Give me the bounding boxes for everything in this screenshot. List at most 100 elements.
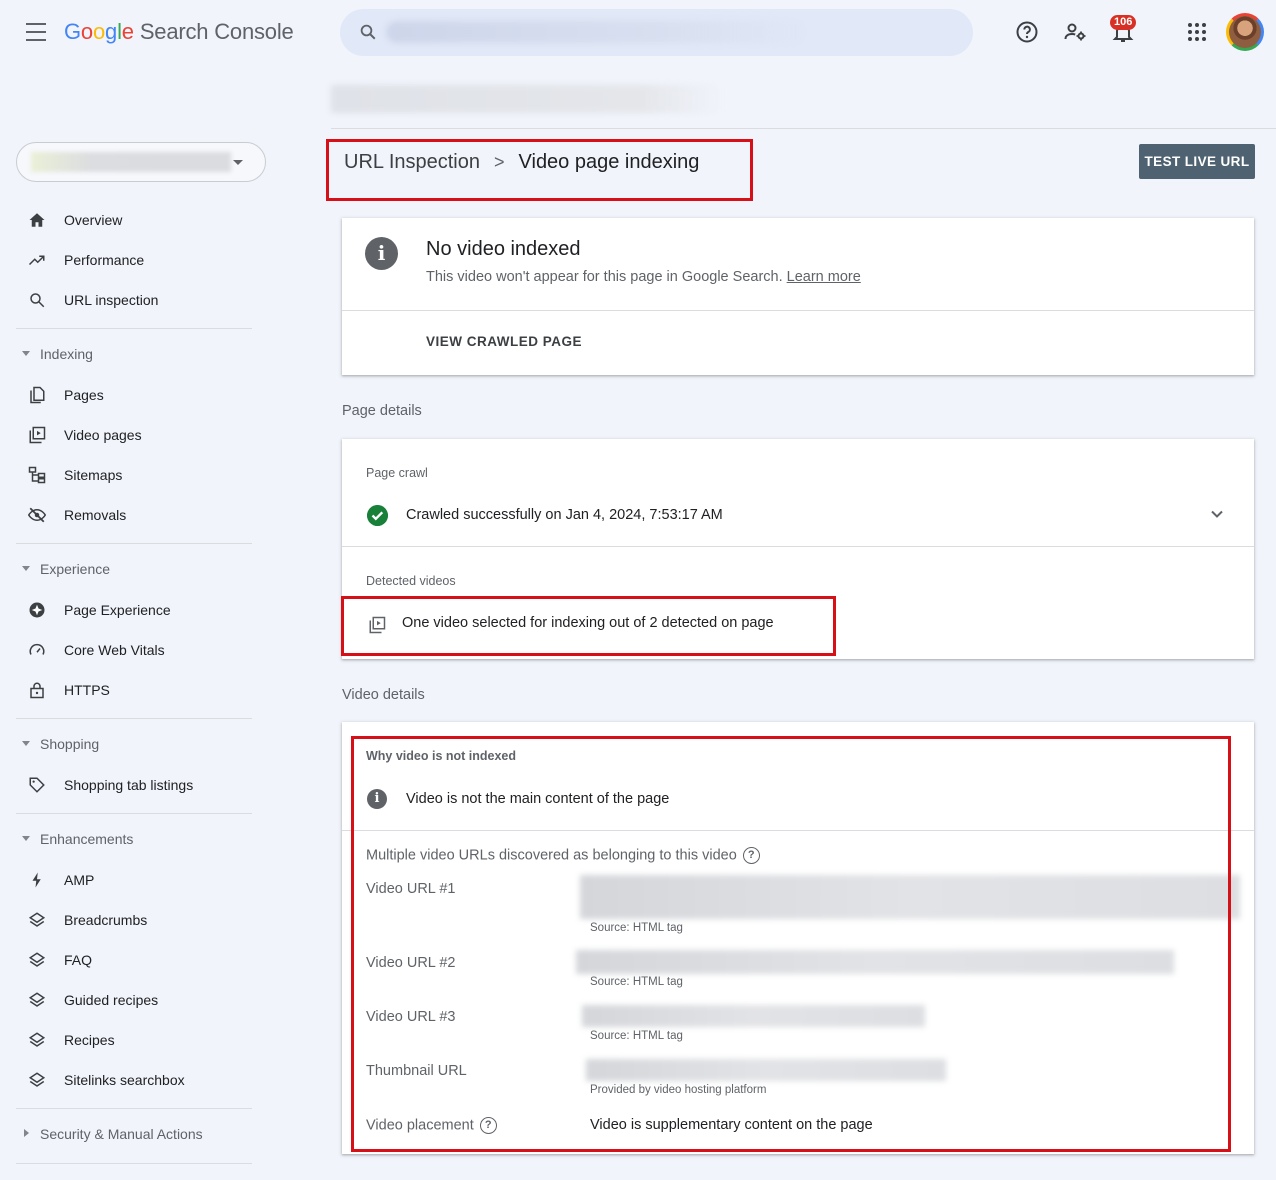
sidebar-item-label: HTTPS [64,682,110,698]
status-description: This video won't appear for this page in… [426,269,861,285]
sidebar-item-label: Recipes [64,1032,115,1048]
sidebar-item-https[interactable]: HTTPS [16,672,256,708]
sidebar-item-amp[interactable]: AMP [16,862,256,898]
sidebar-item-label: Video pages [64,427,142,443]
detected-videos-heading: Detected videos [366,574,456,588]
layers-icon [28,1072,46,1087]
video-details-heading: Video details [342,687,425,703]
sidebar-item-removals[interactable]: Removals [16,497,256,533]
sidebar-item-core-web-vitals[interactable]: Core Web Vitals [16,632,256,668]
sidebar-item-performance[interactable]: Performance [16,242,256,278]
sidebar-item-label: Breadcrumbs [64,912,148,928]
bolt-icon [32,872,41,888]
sidebar-section-label: Indexing [40,346,93,362]
highlight-box-video-details [351,736,1231,1152]
test-live-url-button[interactable]: TEST LIVE URL [1139,144,1255,179]
hamburger-menu-icon[interactable] [22,20,50,44]
redacted-url [386,21,806,43]
layers-icon [28,1032,46,1047]
learn-more-link[interactable]: Learn more [787,269,861,285]
sitemap-icon [28,466,46,484]
sidebar-item-page-experience[interactable]: Page Experience [16,592,256,628]
sidebar-item-url-inspection[interactable]: URL inspection [16,282,256,318]
sidebar-divider [16,718,252,719]
logo-letter: e [121,19,134,44]
sidebar-item-breadcrumbs[interactable]: Breadcrumbs [16,902,256,938]
sidebar-divider [16,328,252,329]
search-icon [360,24,376,40]
sidebar-item-label: URL inspection [64,292,159,308]
sidebar-section-security[interactable]: Security & Manual Actions [16,1120,256,1150]
sidebar-divider [16,543,252,544]
page-crawl-heading: Page crawl [366,466,428,480]
logo-letter: o [80,19,93,44]
sidebar-section-enhancements[interactable]: Enhancements [16,825,256,855]
sidebar-item-label: Removals [64,507,127,523]
top-app-bar: Google Search Console 106 [0,0,1276,66]
highlight-box-breadcrumb [326,139,753,201]
app-name: Search Console [139,19,294,44]
sidebar-item-label: Page Experience [64,602,171,618]
avatar[interactable] [1226,13,1264,51]
sidebar-section-label: Shopping [40,736,100,752]
view-crawled-page-button[interactable]: VIEW CRAWLED PAGE [426,334,582,349]
eye-off-icon [28,507,46,523]
tag-icon [29,777,45,793]
video-pages-icon [29,426,46,444]
caret-down-icon [22,566,30,571]
sidebar-section-shopping[interactable]: Shopping [16,730,256,760]
highlight-box-detected-videos [341,596,836,656]
card-divider [342,546,1254,547]
layers-icon [28,952,46,967]
sidebar-item-label: FAQ [64,952,93,968]
sidebar-section-label: Enhancements [40,831,134,847]
logo-letter: G [64,19,81,44]
notification-badge: 106 [1110,15,1137,30]
sidebar-divider [16,1108,252,1109]
sidebar-item-guided-recipes[interactable]: Guided recipes [16,982,256,1018]
sidebar-item-sitelinks-searchbox[interactable]: Sitelinks searchbox [16,1062,256,1098]
check-circle-icon [367,505,388,526]
sidebar-item-recipes[interactable]: Recipes [16,1022,256,1058]
sidebar-item-sitemaps[interactable]: Sitemaps [16,457,256,493]
layers-icon [28,992,46,1007]
pages-icon [30,386,45,404]
app-logo[interactable]: Google Search Console [64,19,294,45]
sidebar-item-video-pages[interactable]: Video pages [16,417,256,453]
sidebar-item-pages[interactable]: Pages [16,377,256,413]
manage-users-icon[interactable] [1063,20,1087,44]
info-icon: i [365,237,398,270]
sidebar-section-experience[interactable]: Experience [16,555,256,585]
header-divider [331,128,1276,129]
sidebar-item-overview[interactable]: Overview [16,202,256,238]
sidebar-item-label: Sitelinks searchbox [64,1072,185,1088]
crawl-status-text: Crawled successfully on Jan 4, 2024, 7:5… [406,507,723,523]
page-details-heading: Page details [342,403,422,419]
sidebar-item-label: Pages [64,387,104,403]
status-title: No video indexed [426,238,581,260]
sidebar-item-label: Performance [64,252,145,268]
sidebar-item-shopping-tab-listings[interactable]: Shopping tab listings [16,767,256,803]
property-selector[interactable] [16,142,266,182]
sidebar-item-label: Guided recipes [64,992,159,1008]
lock-icon [30,682,44,699]
sidebar-section-indexing[interactable]: Indexing [16,340,256,370]
apps-grid-icon[interactable] [1185,20,1209,44]
sidebar-item-label: Overview [64,212,123,228]
status-description-text: This video won't appear for this page in… [426,269,783,285]
redacted-property [31,152,231,172]
caret-down-icon [22,351,30,356]
redacted-inspected-url [331,85,721,113]
chevron-down-icon[interactable] [1210,507,1224,521]
search-input[interactable] [340,9,973,56]
caret-down-icon [22,836,30,841]
sidebar-item-label: Core Web Vitals [64,642,165,658]
logo-letter: g [105,19,118,44]
caret-down-icon [22,741,30,746]
index-status-card: i No video indexed This video won't appe… [342,218,1254,375]
logo-letter: o [92,19,106,44]
help-icon[interactable] [1015,20,1039,44]
sidebar-item-faq[interactable]: FAQ [16,942,256,978]
search-icon [30,293,45,308]
sidebar-item-label: AMP [64,872,95,888]
